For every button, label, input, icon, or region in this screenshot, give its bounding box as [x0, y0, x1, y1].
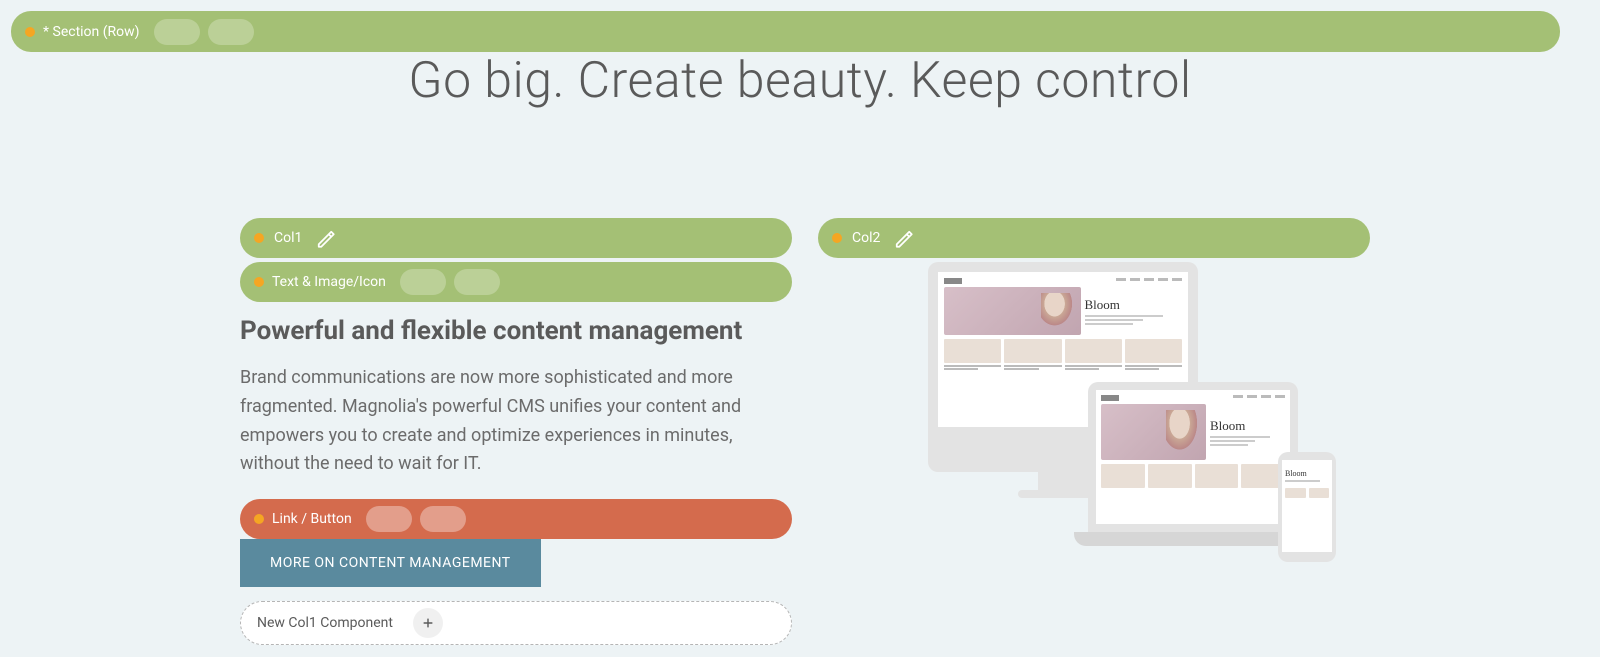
section-label: * Section (Row) — [43, 24, 140, 40]
pencil-icon — [381, 511, 397, 527]
link-component-label: Link / Button — [272, 511, 352, 527]
component-label: Text & Image/Icon — [272, 274, 386, 290]
move-button[interactable] — [420, 506, 466, 532]
crown-icon — [265, 22, 285, 42]
move-button[interactable] — [454, 269, 500, 295]
move-icon — [223, 24, 239, 40]
pencil-icon — [893, 228, 913, 248]
mock-brand: Bloom — [1285, 469, 1329, 478]
col2-label: Col2 — [852, 230, 880, 246]
col2-bar[interactable]: Col2 — [818, 218, 1370, 258]
mock-brand: Bloom — [1085, 297, 1183, 313]
responsive-preview-image: Bloom Bloom — [818, 262, 1370, 562]
text-image-component-bar[interactable]: Text & Image/Icon — [240, 262, 792, 302]
section-row-bar[interactable]: * Section (Row) — [11, 11, 1560, 52]
crown-icon — [511, 272, 531, 292]
edit-button[interactable] — [366, 506, 412, 532]
crown-button[interactable] — [508, 269, 534, 295]
link-button-component-bar[interactable]: Link / Button — [240, 499, 792, 539]
edit-button[interactable] — [154, 19, 200, 45]
add-button[interactable] — [413, 608, 443, 638]
move-icon — [469, 274, 485, 290]
status-dot-icon — [254, 233, 264, 243]
column-1: Col1 Text & Image/Icon Powerful and flex… — [240, 218, 792, 645]
page-title: Go big. Create beauty. Keep control — [0, 52, 1600, 110]
status-dot-icon — [25, 27, 35, 37]
add-component-label: New Col1 Component — [257, 615, 393, 631]
crown-button[interactable] — [262, 19, 288, 45]
revert-lock-button[interactable] — [474, 506, 500, 532]
undo-lock-icon — [477, 509, 497, 529]
content-body: Brand communications are now more sophis… — [240, 364, 770, 479]
status-dot-icon — [254, 277, 264, 287]
move-button[interactable] — [208, 19, 254, 45]
move-icon — [435, 511, 451, 527]
status-dot-icon — [254, 514, 264, 524]
phone-mock: Bloom — [1278, 452, 1336, 562]
status-dot-icon — [832, 233, 842, 243]
pencil-icon — [315, 228, 335, 248]
col1-label: Col1 — [274, 230, 302, 246]
add-component-bar[interactable]: New Col1 Component — [240, 601, 792, 645]
edit-button[interactable] — [890, 225, 916, 251]
cta-button[interactable]: MORE ON CONTENT MANAGEMENT — [240, 539, 541, 587]
edit-button[interactable] — [312, 225, 338, 251]
pencil-icon — [169, 24, 185, 40]
column-2: Col2 Bloom — [818, 218, 1370, 645]
content-heading: Powerful and flexible content management — [240, 316, 792, 346]
pencil-icon — [415, 274, 431, 290]
plus-icon — [421, 616, 435, 630]
mock-brand: Bloom — [1210, 418, 1285, 434]
laptop-mock: Bloom — [1088, 382, 1298, 532]
col1-bar[interactable]: Col1 — [240, 218, 792, 258]
edit-button[interactable] — [400, 269, 446, 295]
